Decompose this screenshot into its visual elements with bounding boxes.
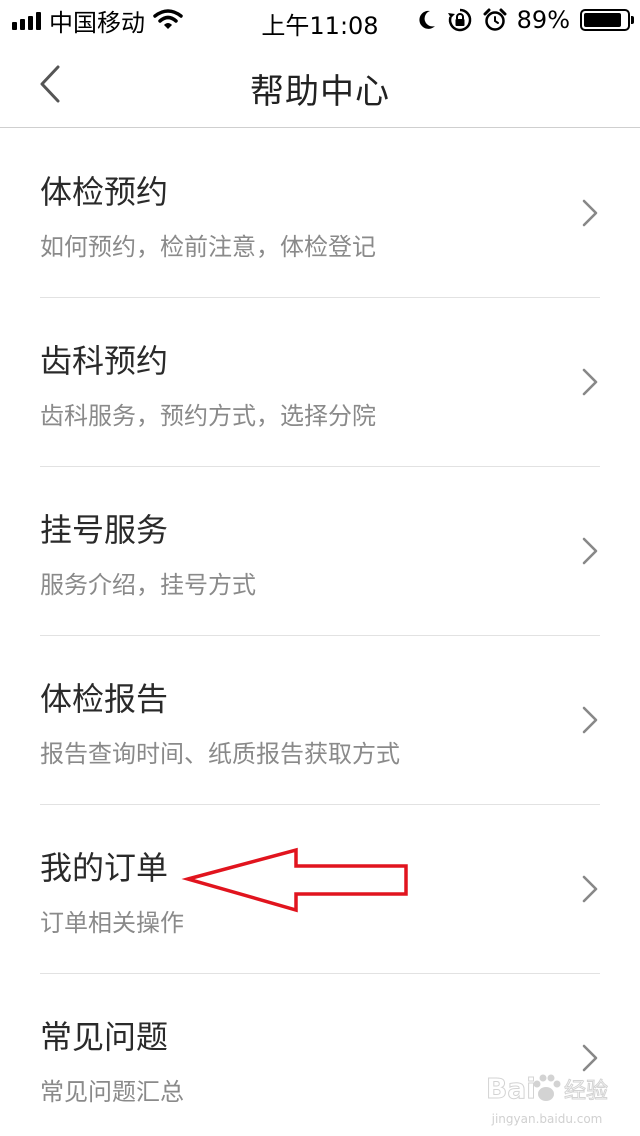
- rotation-lock-icon: [447, 8, 471, 32]
- wifi-icon: [153, 9, 183, 29]
- chevron-right-icon: [582, 706, 598, 734]
- alarm-icon: [483, 8, 507, 31]
- help-item-subtitle: 如何预约，检前注意，体检登记: [40, 233, 376, 261]
- nav-bar: 帮助中心: [0, 40, 640, 128]
- help-item-title: 常见问题: [40, 1018, 169, 1056]
- baidu-paw-logo: Bai 经验: [486, 1072, 609, 1106]
- signal-icon: [12, 10, 41, 30]
- status-bar: 中国移动 上午11:08 89%: [0, 0, 640, 40]
- battery-icon: [580, 9, 634, 31]
- carrier-label: 中国移动: [49, 8, 145, 37]
- help-list: 体检预约 如何预约，检前注意，体检登记 齿科预约 齿科服务，预约方式，选择分院 …: [0, 129, 640, 1136]
- chevron-right-icon: [582, 537, 598, 565]
- chevron-right-icon: [582, 199, 598, 227]
- help-item-title: 体检预约: [40, 173, 169, 211]
- help-item-registration-service[interactable]: 挂号服务 服务介绍，挂号方式: [0, 467, 640, 636]
- help-item-subtitle: 常见问题汇总: [40, 1078, 184, 1106]
- svg-text:经验: 经验: [564, 1079, 608, 1104]
- watermark-url: jingyan.baidu.com: [491, 1112, 603, 1126]
- help-item-subtitle: 服务介绍，挂号方式: [40, 571, 256, 599]
- help-item-subtitle: 报告查询时间、纸质报告获取方式: [40, 740, 400, 768]
- battery-fill: [584, 13, 622, 27]
- chevron-right-icon: [582, 368, 598, 396]
- chevron-right-icon: [582, 875, 598, 903]
- help-item-title: 我的订单: [40, 849, 169, 887]
- watermark: Bai 经验 jingyan.baidu.com: [482, 1064, 612, 1127]
- help-item-subtitle: 齿科服务，预约方式，选择分院: [40, 402, 376, 430]
- help-item-exam-report[interactable]: 体检报告 报告查询时间、纸质报告获取方式: [0, 636, 640, 805]
- help-item-my-orders[interactable]: 我的订单 订单相关操作: [0, 805, 640, 974]
- help-item-physical-exam-booking[interactable]: 体检预约 如何预约，检前注意，体检登记: [0, 129, 640, 298]
- help-item-title: 体检报告: [40, 680, 169, 718]
- help-item-title: 挂号服务: [40, 511, 169, 549]
- status-right: 89%: [417, 6, 634, 34]
- battery-percent: 89%: [516, 6, 570, 34]
- status-left: 中国移动: [12, 6, 183, 37]
- help-item-dental-booking[interactable]: 齿科预约 齿科服务，预约方式，选择分院: [0, 298, 640, 467]
- svg-text:Bai: Bai: [486, 1072, 536, 1105]
- page-title: 帮助中心: [250, 72, 390, 112]
- moon-icon: [419, 10, 435, 29]
- help-item-subtitle: 订单相关操作: [40, 909, 184, 937]
- help-item-title: 齿科预约: [40, 342, 169, 380]
